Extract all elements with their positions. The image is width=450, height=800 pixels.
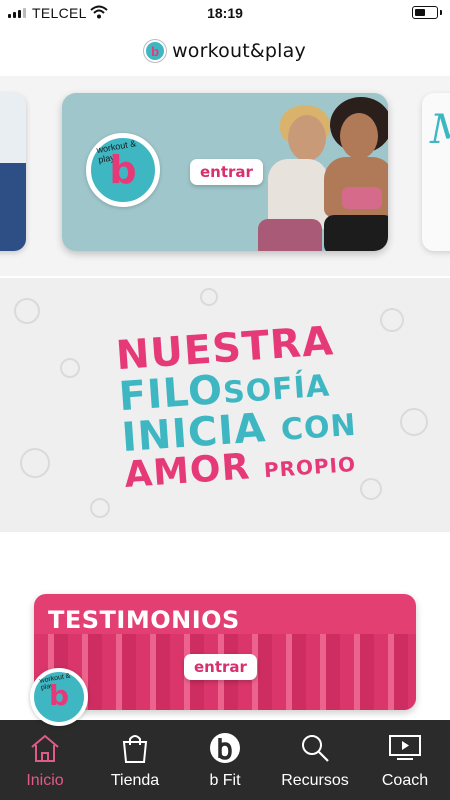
tab-inicio[interactable]: Inicio: [0, 720, 90, 800]
person-image: [0, 163, 26, 251]
promo-carousel[interactable]: workout & play b entrar M: [0, 76, 450, 276]
tab-label: Coach: [381, 772, 429, 789]
badge-letter: b: [48, 679, 70, 712]
philosophy-slogan: NUESTRA FILOSOFÍA INICIA CON AMOR PROPIO: [115, 318, 361, 497]
b-logo-icon: [210, 733, 240, 763]
doodle-icon: [400, 408, 428, 436]
shopping-bag-icon: [122, 735, 148, 763]
doodle-icon: [380, 308, 404, 332]
slogan-word: CON: [279, 407, 358, 448]
tab-label: Tienda: [110, 772, 160, 789]
woman-image-2-top: [342, 187, 382, 209]
doodle-icon: [60, 358, 80, 378]
tab-tienda[interactable]: Tienda: [90, 720, 180, 800]
woman-image-2-legs: [324, 215, 388, 251]
status-bar: TELCEL 18:19: [0, 0, 450, 26]
doodle-icon: [14, 298, 40, 324]
carousel-card-next[interactable]: M: [422, 93, 450, 251]
slogan-word: AMOR: [123, 446, 252, 497]
app-header: b workout&play: [0, 26, 450, 76]
tab-label: Recursos: [281, 772, 349, 789]
status-time: 18:19: [207, 5, 243, 21]
tab-coach[interactable]: Coach: [360, 720, 450, 800]
doodle-icon: [360, 478, 382, 500]
woman-image-legs: [258, 219, 322, 251]
bottom-tab-bar: Inicio Tienda b Fit Recursos Coach: [0, 720, 450, 800]
doodle-icon: [200, 288, 218, 306]
carousel-card-previous[interactable]: [0, 93, 26, 251]
testimonials-card[interactable]: TESTIMONIOS entrar: [34, 594, 416, 710]
carousel-card-workout-play[interactable]: workout & play b entrar: [62, 93, 388, 251]
card-letter: M: [430, 107, 450, 153]
tab-b-fit[interactable]: b Fit: [180, 720, 270, 800]
home-icon: [31, 734, 59, 762]
app-title: workout&play: [172, 40, 306, 62]
brand-logo: b: [144, 40, 167, 62]
slogan-word: PROPIO: [263, 452, 357, 483]
badge-letter: b: [109, 148, 137, 192]
enter-button[interactable]: entrar: [190, 159, 263, 185]
tv-play-icon: [389, 735, 421, 760]
woman-image-head: [288, 115, 326, 161]
tab-label: b Fit: [209, 772, 241, 789]
philosophy-banner: NUESTRA FILOSOFÍA INICIA CON AMOR PROPIO: [0, 278, 450, 532]
battery-icon: [412, 6, 442, 19]
tab-recursos[interactable]: Recursos: [270, 720, 360, 800]
tab-label: Inicio: [26, 772, 64, 789]
search-icon: [302, 735, 329, 762]
testimonials-enter-button[interactable]: entrar: [184, 654, 257, 680]
workout-play-badge-small: workout & play b: [30, 668, 88, 726]
doodle-icon: [20, 448, 50, 478]
testimonials-title: TESTIMONIOS: [48, 606, 240, 634]
doodle-icon: [90, 498, 110, 518]
woman-image-2-head: [340, 113, 378, 159]
workout-play-badge: workout & play b: [86, 133, 160, 207]
